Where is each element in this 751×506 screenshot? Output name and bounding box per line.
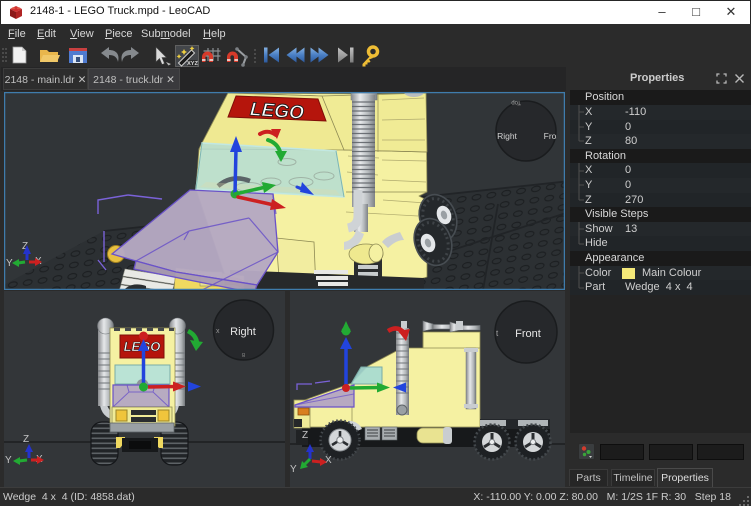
svg-text:Y: Y bbox=[5, 455, 12, 466]
svg-text:Right: Right bbox=[230, 326, 256, 338]
svg-text:Front: Front bbox=[515, 328, 541, 340]
svg-text:X: X bbox=[325, 455, 332, 466]
svg-text:Y: Y bbox=[6, 258, 13, 269]
svg-text:Z: Z bbox=[302, 430, 308, 441]
svg-text:Z: Z bbox=[23, 434, 29, 445]
svg-text:x: x bbox=[216, 328, 220, 335]
svg-text:LEGO: LEGO bbox=[249, 99, 304, 124]
svg-text:Y: Y bbox=[290, 464, 297, 475]
svg-text:Top: Top bbox=[511, 99, 522, 105]
svg-text:Fro: Fro bbox=[544, 131, 557, 141]
svg-text:Right: Right bbox=[497, 131, 517, 141]
